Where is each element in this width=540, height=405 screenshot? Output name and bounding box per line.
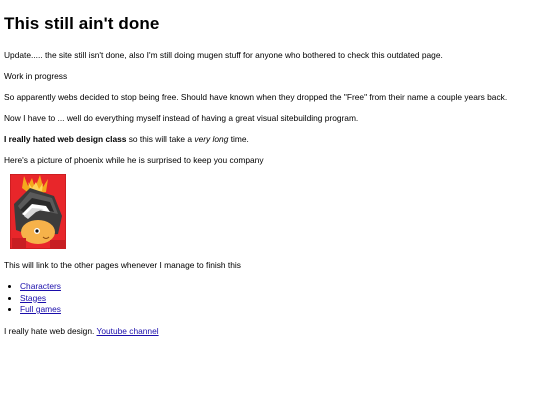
phoenix-image: [10, 174, 66, 249]
links-intro-paragraph: This will link to the other pages whenev…: [4, 260, 241, 270]
wip-paragraph: Work in progress: [4, 71, 68, 81]
list-item: Full games: [20, 304, 540, 316]
page: This still ain't done Update..... the si…: [0, 0, 540, 405]
hated-bold-text: I really hated web design class: [4, 134, 127, 144]
list-item: Stages: [20, 293, 540, 305]
hated-text-a: so this will take a: [126, 134, 195, 144]
youtube-channel-link[interactable]: Youtube channel: [97, 326, 159, 336]
footer-paragraph: I really hate web design. Youtube channe…: [4, 326, 540, 337]
hated-italic-text: very long: [194, 134, 229, 144]
footer-text: I really hate web design.: [4, 325, 97, 336]
update-paragraph: Update..... the site still isn't done, a…: [4, 50, 443, 60]
picture-paragraph: Here's a picture of phoenix while he is …: [4, 155, 264, 165]
page-title: This still ain't done: [4, 14, 160, 33]
webs-paragraph: So apparently webs decided to stop being…: [4, 92, 508, 102]
list-item: Characters: [20, 281, 540, 293]
now-paragraph: Now I have to ... well do everything mys…: [4, 113, 359, 123]
stages-link[interactable]: Stages: [20, 293, 46, 303]
hated-paragraph: I really hated web design class so this …: [4, 134, 540, 145]
full-games-link[interactable]: Full games: [20, 304, 61, 314]
page-links-list: Characters Stages Full games: [4, 281, 540, 316]
hated-text-b: time.: [228, 134, 249, 144]
characters-link[interactable]: Characters: [20, 281, 61, 291]
